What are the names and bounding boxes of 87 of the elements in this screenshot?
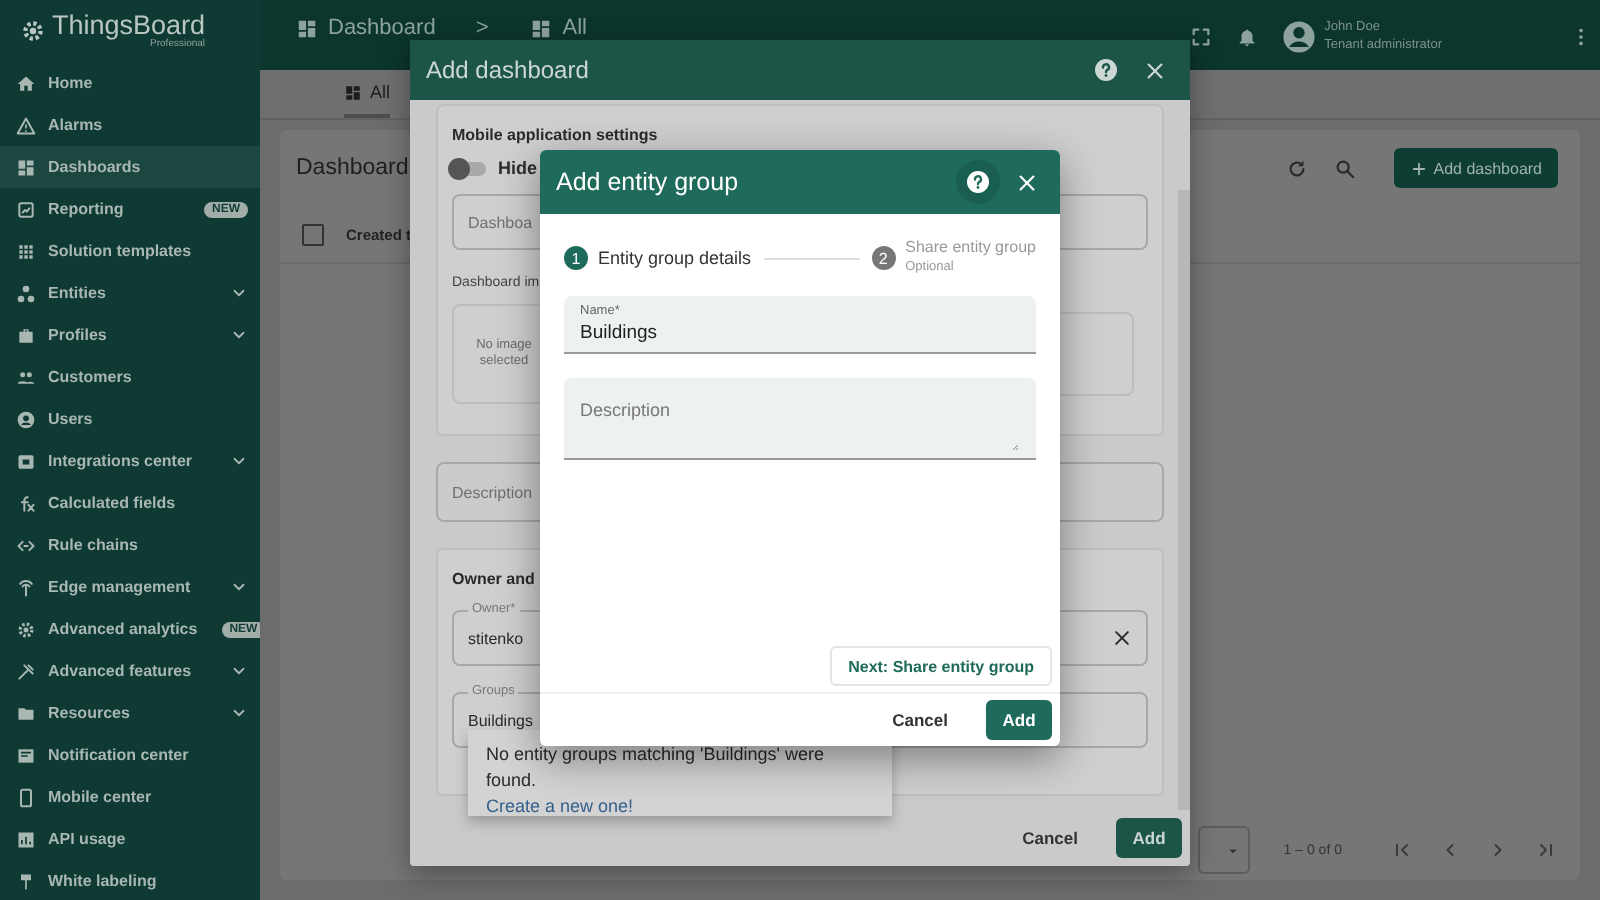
add-button[interactable]: Add	[986, 700, 1052, 740]
breadcrumb-link[interactable]: All	[562, 16, 587, 40]
gear-logo-icon	[20, 18, 46, 44]
breadcrumb-link[interactable]: Dashboard	[328, 16, 436, 40]
brush-icon	[16, 871, 36, 891]
grid-icon	[16, 157, 36, 177]
refresh-icon[interactable]	[1285, 157, 1308, 179]
toggle-switch[interactable]	[452, 161, 486, 175]
grid-icon	[344, 83, 362, 101]
step-number[interactable]: 2	[871, 246, 896, 270]
grid-icon	[296, 17, 318, 39]
create-link[interactable]: Create a new one!	[486, 796, 634, 816]
antenna-icon	[16, 577, 36, 597]
logo-text: ThingsBoard	[52, 12, 206, 40]
nodes-icon	[16, 283, 36, 303]
breadcrumb-separator: >	[475, 16, 489, 40]
grid-icon	[530, 17, 553, 39]
description-field[interactable]: Description	[564, 378, 1036, 460]
chevron-down-icon	[230, 662, 248, 680]
function-icon	[16, 493, 36, 513]
no-results-message: No entity groups matching 'Buildings' were found.	[486, 742, 827, 794]
fullscreen-icon[interactable]	[1190, 25, 1213, 47]
page-title: Dashboard	[296, 156, 409, 180]
gear-icon	[16, 619, 36, 639]
sidebar-item[interactable]: API usage	[0, 818, 260, 860]
add-dashboard-button[interactable]: Add dashboard	[1393, 148, 1558, 188]
sidebar-item[interactable]: Rule chains	[0, 524, 260, 566]
cancel-button[interactable]: Cancel	[1010, 826, 1090, 850]
person-circle-icon	[16, 409, 36, 429]
dialog-title: Add dashboard	[426, 56, 589, 84]
sidebar-item[interactable]: Solution templates	[0, 230, 260, 272]
toggle-label: Hide	[498, 158, 538, 178]
sidebar-item[interactable]: Profiles	[0, 314, 260, 356]
dialog-title: Add entity group	[556, 168, 739, 196]
bar-chart-icon	[16, 829, 36, 849]
chevron-down-icon	[230, 704, 248, 722]
help-button[interactable]	[956, 160, 1000, 204]
tools-icon	[16, 661, 36, 681]
tab[interactable]: All	[344, 70, 391, 118]
house-icon	[16, 73, 36, 93]
sidebar-item[interactable]: Integrations center	[0, 440, 260, 482]
step-label[interactable]: Entity group details	[598, 248, 752, 268]
sidebar-item[interactable]: Edge management	[0, 566, 260, 608]
search-icon[interactable]	[1333, 157, 1356, 179]
sidebar-item[interactable]: Calculated fields	[0, 482, 260, 524]
sidebar-item[interactable]: Customers	[0, 356, 260, 398]
chevron-down-icon	[230, 578, 248, 596]
inbox-icon	[16, 745, 36, 765]
next-button[interactable]: Next: Share entity group	[830, 646, 1052, 686]
sidebar-item[interactable]: Dashboards	[0, 146, 260, 188]
folder-icon	[16, 703, 36, 723]
sidebar-item[interactable]: Home	[0, 62, 260, 104]
sidebar-item[interactable]: Mobile center	[0, 776, 260, 818]
phone-icon	[16, 787, 36, 807]
people-icon	[16, 367, 36, 387]
help-icon	[966, 170, 990, 194]
chevron-down-icon	[230, 326, 248, 344]
cancel-button[interactable]: Cancel	[880, 708, 960, 732]
section-title: Owner and	[452, 568, 537, 592]
sidebar-item[interactable]: Advanced features	[0, 650, 260, 692]
first-page-icon[interactable]	[1392, 840, 1412, 860]
briefcase-icon	[16, 325, 36, 345]
sidebar-item[interactable]: Entities	[0, 272, 260, 314]
checkbox[interactable]	[302, 223, 324, 245]
close-icon[interactable]	[1144, 59, 1166, 81]
last-page-icon[interactable]	[1536, 840, 1556, 860]
sidebar-item[interactable]: Users	[0, 398, 260, 440]
sidebar-item[interactable]: Notification center	[0, 734, 260, 776]
dot-grid-icon	[16, 241, 36, 261]
chip-icon	[16, 451, 36, 471]
sidebar-item[interactable]: Resources	[0, 692, 260, 734]
chevron-down-icon	[230, 284, 248, 302]
help-icon[interactable]	[1094, 58, 1118, 82]
step-number[interactable]: 1	[564, 246, 588, 270]
plus-icon	[1409, 159, 1428, 177]
code-arrows-icon	[16, 535, 36, 555]
clear-icon[interactable]	[1112, 628, 1132, 648]
scrollbar[interactable]	[1178, 190, 1190, 810]
account-avatar-icon[interactable]	[1282, 19, 1317, 53]
add-button[interactable]: Add	[1116, 818, 1182, 858]
bell-icon[interactable]	[1236, 25, 1259, 47]
chart-frame-icon	[16, 199, 36, 219]
warning-icon	[16, 115, 36, 135]
sidebar-item[interactable]: Alarms	[0, 104, 260, 146]
chevron-down-icon	[230, 452, 248, 470]
section-title: Mobile application settings	[452, 124, 660, 148]
sidebar-item[interactable]: White labeling	[0, 860, 260, 900]
